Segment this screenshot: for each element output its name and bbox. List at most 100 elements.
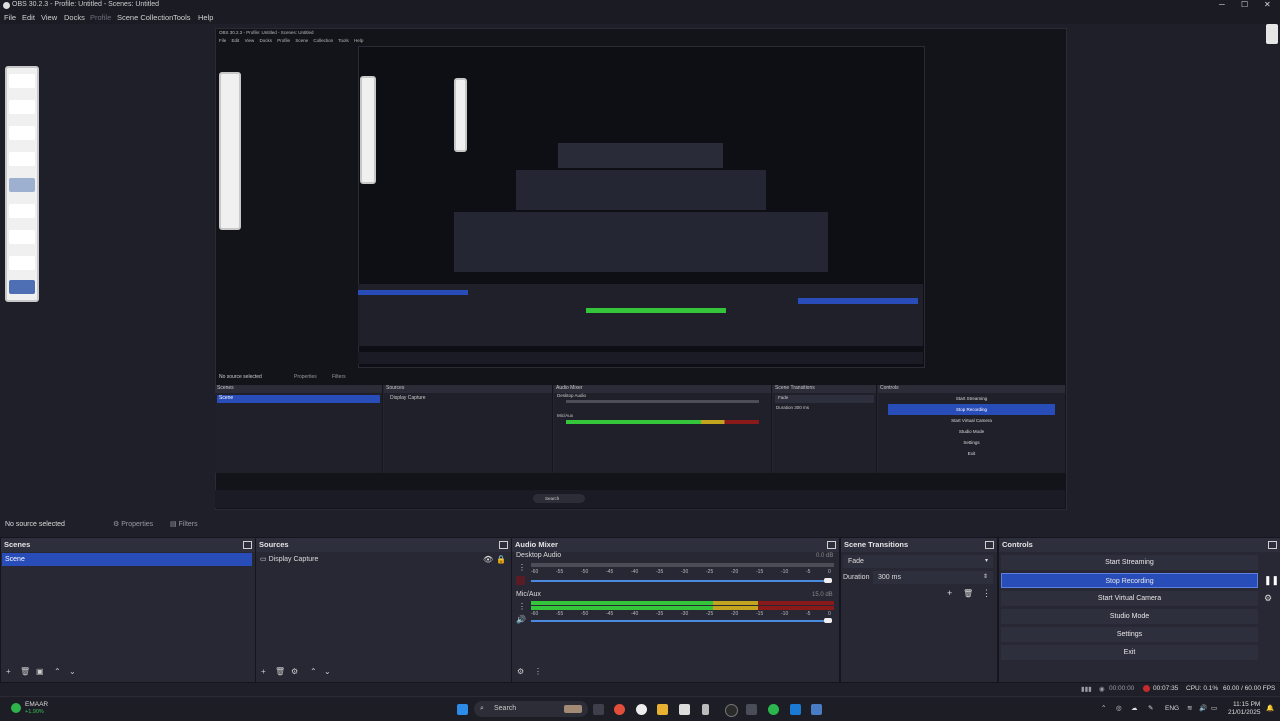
properties-button[interactable]: ⚙ Properties <box>113 520 153 528</box>
nested-menu-item: Profile <box>277 38 291 43</box>
tick: -45 <box>606 611 614 617</box>
nested-taskbar: Search <box>215 490 1065 508</box>
menu-file[interactable]: File <box>4 13 16 22</box>
obs-taskbar-icon[interactable] <box>725 704 738 717</box>
side-handle-icon[interactable] <box>1266 24 1278 44</box>
battery-icon[interactable]: ▭ <box>1211 704 1217 712</box>
wifi-icon[interactable]: ≋ <box>1187 704 1192 712</box>
transition-menu-icon[interactable]: ⋮ <box>982 588 991 599</box>
toolbar-highlighter-icon[interactable] <box>9 152 35 166</box>
toolbar-capture-icon[interactable] <box>9 280 35 294</box>
scene-filter-icon[interactable]: ▣ <box>36 667 44 676</box>
remove-source-icon[interactable]: 🗑 <box>275 667 285 676</box>
menu-view[interactable]: View <box>41 13 57 22</box>
nested-duration: Duration 300 ms <box>773 405 876 410</box>
nested-menu-item: Help <box>354 38 364 43</box>
task-view-icon[interactable] <box>593 704 604 715</box>
onedrive-icon[interactable]: ☁ <box>1131 704 1138 712</box>
toolbar-line-icon[interactable] <box>9 230 35 244</box>
whatsapp-icon[interactable] <box>768 704 779 715</box>
settings-button[interactable]: Settings <box>1001 627 1258 642</box>
lock-icon[interactable]: 🔒 <box>496 555 506 564</box>
source-list-item[interactable]: ▭ Display Capture <box>260 553 318 566</box>
mic-volume-slider[interactable] <box>531 620 829 622</box>
exit-button[interactable]: Exit <box>1001 645 1258 660</box>
notification-icon[interactable]: 🔔 <box>1266 704 1274 712</box>
channel-menu-icon[interactable]: ⋮ <box>518 563 526 572</box>
toolbar-screen-icon[interactable] <box>9 256 35 270</box>
speaker-icon[interactable]: 🔊 <box>516 615 526 624</box>
file-explorer-icon[interactable] <box>657 704 668 715</box>
menu-tools[interactable]: Tools <box>173 13 191 22</box>
undock-icon[interactable] <box>243 541 252 549</box>
mixer-menu-icon[interactable]: ⋮ <box>534 667 542 676</box>
toolbar-brush-icon[interactable] <box>9 204 35 218</box>
move-up-icon[interactable]: ⌃ <box>310 667 317 676</box>
minimize-button[interactable]: ─ <box>1219 0 1225 9</box>
move-down-icon[interactable]: ⌄ <box>69 667 76 676</box>
mixer-link-icon[interactable]: ⚙ <box>517 667 524 676</box>
transition-select[interactable]: Fade ▾ <box>843 555 993 568</box>
move-down-icon[interactable]: ⌄ <box>324 667 331 676</box>
tray-icon[interactable]: ✎ <box>1148 704 1153 712</box>
start-streaming-button[interactable]: Start Streaming <box>1001 555 1258 570</box>
gear-icon[interactable]: ⚙ <box>1264 593 1272 604</box>
language-indicator[interactable]: ENG <box>1165 705 1179 712</box>
filters-button[interactable]: ▤ Filters <box>170 520 198 528</box>
windows-start-icon[interactable] <box>457 704 468 715</box>
move-up-icon[interactable]: ⌃ <box>54 667 61 676</box>
studio-mode-button[interactable]: Studio Mode <box>1001 609 1258 624</box>
notepad-icon[interactable] <box>702 704 709 715</box>
eye-icon[interactable]: 👁 <box>483 555 493 564</box>
tray-app-icon[interactable]: ◎ <box>1116 704 1122 712</box>
stop-recording-button[interactable]: Stop Recording <box>1001 573 1258 588</box>
undock-icon[interactable] <box>499 541 508 549</box>
pause-icon[interactable]: ❚❚ <box>1264 575 1279 586</box>
rec-time: 00:07:35 <box>1153 685 1179 692</box>
store-icon[interactable] <box>679 704 690 715</box>
remove-scene-icon[interactable]: 🗑 <box>20 667 30 676</box>
undock-icon[interactable] <box>1268 541 1277 549</box>
meter-green-segment <box>531 606 713 610</box>
transitions-header: Scene Transitions <box>841 538 997 552</box>
outlook-icon[interactable] <box>790 704 801 715</box>
screen-icon[interactable] <box>746 704 757 715</box>
clock-time[interactable]: 11:15 PM <box>1233 701 1260 708</box>
add-source-icon[interactable]: + <box>261 667 266 676</box>
mic-volume-knob[interactable] <box>824 618 832 623</box>
undock-icon[interactable] <box>985 541 994 549</box>
menu-help[interactable]: Help <box>198 13 213 22</box>
app-icon[interactable] <box>811 704 822 715</box>
remove-transition-icon[interactable]: 🗑 <box>963 589 973 598</box>
copilot-icon[interactable] <box>614 704 625 715</box>
menu-scene-collection[interactable]: Scene Collection <box>117 13 173 22</box>
chrome-icon[interactable] <box>636 704 647 715</box>
source-properties-icon[interactable]: ⚙ <box>291 667 298 676</box>
menu-docks[interactable]: Docks <box>64 13 85 22</box>
add-scene-icon[interactable]: + <box>6 667 11 676</box>
channel-menu-icon[interactable]: ⋮ <box>518 602 526 611</box>
clock-date[interactable]: 21/01/2025 <box>1228 709 1261 716</box>
undock-icon[interactable] <box>827 541 836 549</box>
toolbar-cursor-icon[interactable] <box>9 74 35 88</box>
stock-widget-icon[interactable] <box>11 703 21 713</box>
volume-icon[interactable]: 🔊 <box>1199 704 1207 712</box>
tick: -50 <box>581 569 589 575</box>
toolbar-eraser-icon[interactable] <box>9 126 35 140</box>
taskbar-search[interactable]: ⌕ Search <box>474 701 588 717</box>
menu-edit[interactable]: Edit <box>22 13 35 22</box>
maximize-button[interactable]: ☐ <box>1241 0 1248 9</box>
scene-list-item[interactable]: Scene <box>2 553 252 566</box>
toolbar-pen-icon[interactable] <box>9 100 35 114</box>
duration-input[interactable]: 300 ms ⇕ <box>873 571 993 584</box>
toolbar-pointer-icon[interactable] <box>9 178 35 192</box>
tray-chevron-icon[interactable]: ⌃ <box>1101 704 1106 712</box>
tick: -25 <box>706 569 714 575</box>
desktop-volume-knob[interactable] <box>824 578 832 583</box>
close-button[interactable]: ✕ <box>1264 0 1271 9</box>
desktop-volume-slider[interactable] <box>531 580 829 582</box>
menu-profile[interactable]: Profile <box>90 13 111 22</box>
start-virtual-camera-button[interactable]: Start Virtual Camera <box>1001 591 1258 606</box>
muted-speaker-icon[interactable] <box>516 576 525 585</box>
add-transition-icon[interactable]: + <box>947 588 952 598</box>
